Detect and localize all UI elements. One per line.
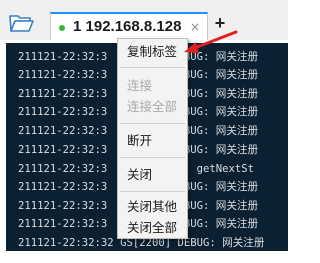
tab-context-menu: 复制标签 连接 连接全部 断开 关闭 关闭其他 关闭全部: [117, 38, 188, 239]
log-timestamp: 211121-22:32:3: [18, 163, 108, 175]
open-folder-button[interactable]: [6, 11, 36, 35]
log-timestamp: 211121-22:32:3: [18, 51, 108, 63]
log-timestamp: 211121-22:32:3: [18, 144, 108, 156]
tab-label: 1 192.168.8.128: [73, 18, 182, 35]
menu-item-copy-tab[interactable]: 复制标签: [127, 44, 177, 60]
menu-separator: [120, 67, 185, 68]
log-timestamp: 211121-22:32:3: [18, 125, 108, 137]
menu-item-disconnect[interactable]: 断开: [127, 133, 152, 149]
log-timestamp: 211121-22:32:3: [18, 88, 108, 100]
menu-item-connect-all[interactable]: 连接全部: [127, 99, 177, 115]
log-timestamp: 211121-22:32:3: [18, 43, 107, 44]
log-timestamp: 211121-22:32:3: [18, 181, 108, 193]
menu-item-close-others[interactable]: 关闭其他: [127, 199, 177, 215]
folder-open-icon: [9, 15, 34, 32]
tab-bar: 1 192.168.8.128 × +: [0, 0, 288, 41]
menu-item-close-all[interactable]: 关闭全部: [127, 220, 177, 236]
menu-separator: [120, 157, 185, 158]
log-timestamp: 211121-22:32:3: [18, 69, 108, 81]
menu-separator: [120, 123, 185, 124]
log-timestamp: 211121-22:32:3: [18, 200, 108, 212]
annotation-arrow: [184, 30, 238, 53]
terminal-app-window: 1 192.168.8.128 × + 211121-22:32:3 DEBUG…: [0, 0, 288, 263]
menu-item-close[interactable]: 关闭: [127, 167, 152, 183]
log-timestamp: 211121-22:32:32: [18, 237, 114, 249]
menu-separator: [120, 191, 185, 192]
connected-dot-icon: [59, 25, 65, 31]
menu-item-connect[interactable]: 连接: [127, 78, 152, 94]
log-timestamp: 211121-22:32:3: [18, 218, 108, 230]
log-timestamp: 211121-22:32:3: [18, 106, 108, 118]
